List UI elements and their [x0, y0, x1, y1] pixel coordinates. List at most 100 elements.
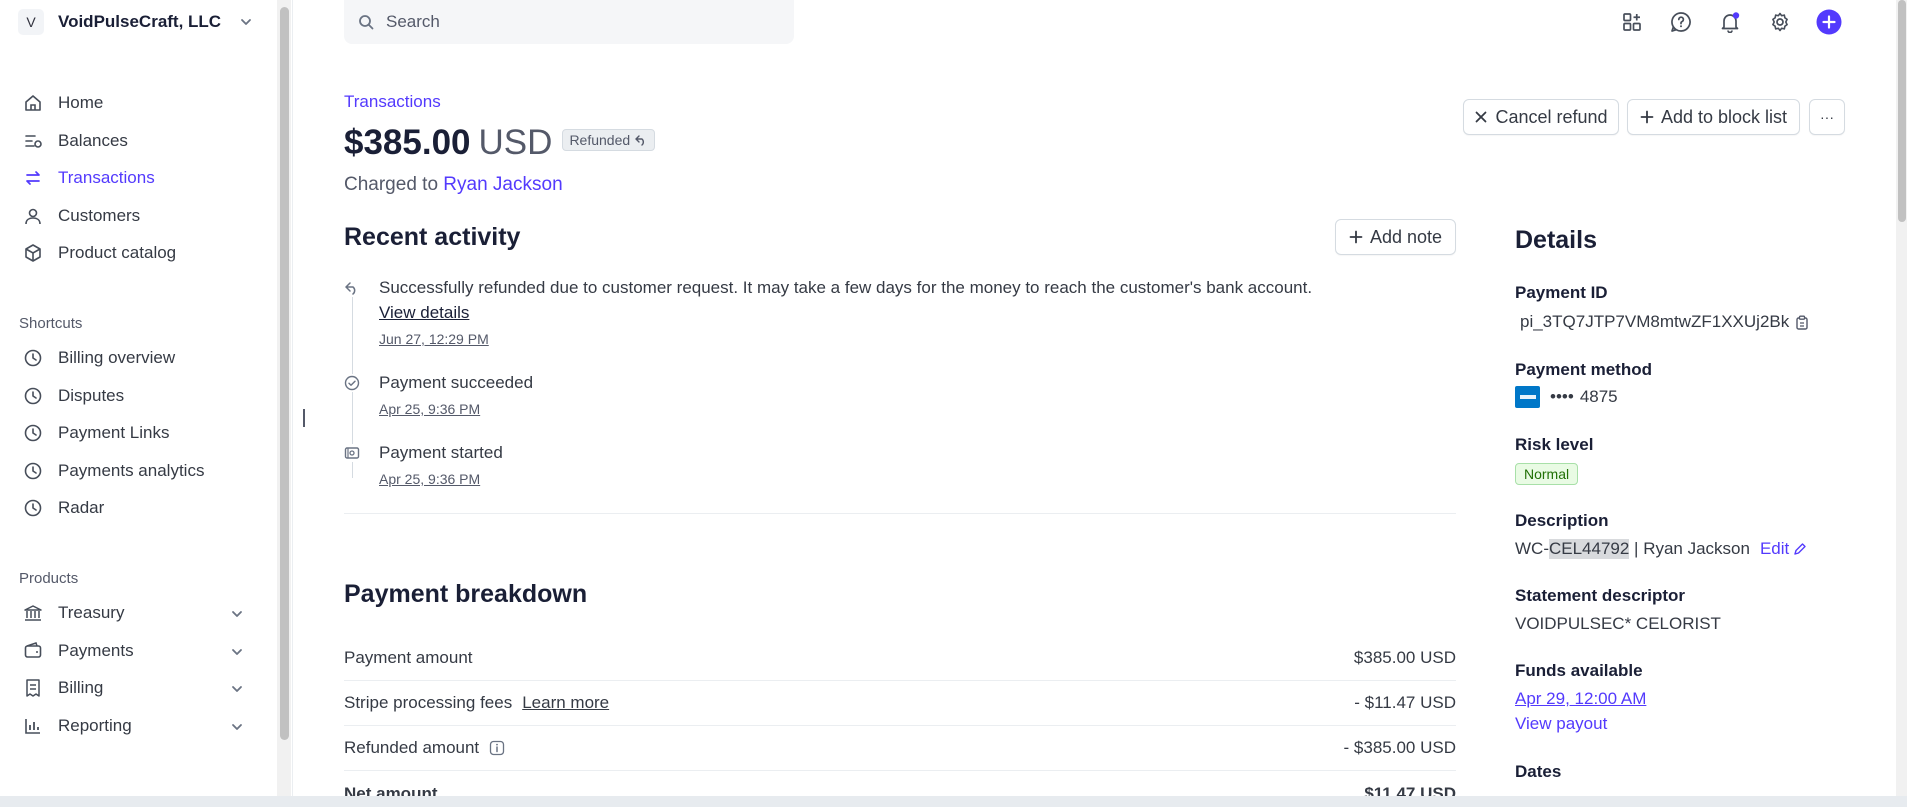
close-icon: [1474, 110, 1488, 124]
view-payout-link[interactable]: View payout: [1515, 714, 1607, 734]
payment-icon: [343, 444, 361, 462]
billing-icon: [22, 677, 44, 699]
clock-icon: [22, 497, 44, 519]
edit-description-link[interactable]: Edit: [1760, 539, 1807, 559]
search-bar[interactable]: [344, 0, 794, 44]
activity-text: Successfully refunded due to customer re…: [379, 278, 1313, 297]
plus-icon: [1640, 110, 1654, 124]
bank-icon: [22, 602, 44, 624]
sidebar-item-billing-overview[interactable]: Billing overview: [22, 345, 175, 371]
charged-to-line: Charged to Ryan Jackson: [344, 174, 563, 196]
add-note-button[interactable]: Add note: [1335, 219, 1456, 255]
balances-icon: [22, 130, 44, 152]
description-row: WC- CEL44792 | Ryan Jackson Edit: [1515, 539, 1807, 559]
reporting-icon: [22, 715, 44, 737]
chevron-down-icon[interactable]: [230, 607, 244, 621]
activity-date[interactable]: Apr 25, 9:36 PM: [379, 401, 480, 417]
add-to-block-list-button[interactable]: Add to block list: [1627, 99, 1800, 135]
sidebar-item-radar[interactable]: Radar: [22, 495, 104, 521]
sidebar-item-payment-links[interactable]: Payment Links: [22, 420, 170, 446]
wallet-icon: [22, 640, 44, 662]
view-details-link[interactable]: View details: [379, 303, 469, 323]
dates-label: Dates: [1515, 762, 1562, 781]
plus-icon: [1349, 230, 1363, 244]
check-circle-icon: [343, 374, 361, 392]
chevron-down-icon[interactable]: [230, 720, 244, 734]
risk-level-badge: Normal: [1515, 463, 1579, 485]
help-icon[interactable]: [1668, 9, 1694, 35]
chevron-down-icon[interactable]: [230, 645, 244, 659]
sidebar-item-disputes[interactable]: Disputes: [22, 383, 124, 409]
page-scrollbar-thumb[interactable]: [1898, 0, 1906, 222]
customers-icon: [22, 205, 44, 227]
sidebar-item-label: Reporting: [58, 716, 132, 735]
recent-activity-title: Recent activity: [344, 223, 521, 251]
sidebar-item-label: Balances: [58, 131, 128, 150]
copy-icon[interactable]: [1795, 315, 1809, 330]
pencil-icon: [1793, 542, 1807, 556]
breadcrumb[interactable]: Transactions: [344, 92, 441, 112]
clock-icon: [22, 460, 44, 482]
sidebar-item-customers[interactable]: Customers: [22, 203, 140, 229]
activity-text: Payment succeeded: [379, 373, 534, 392]
sidebar-item-product-catalog[interactable]: Product catalog: [22, 240, 176, 266]
add-to-block-list-label: Add to block list: [1660, 106, 1788, 127]
breakdown-row: Payment amount $385.00 USD: [344, 636, 1456, 681]
clock-icon: [22, 385, 44, 407]
sidebar-item-home[interactable]: Home: [22, 90, 103, 116]
sidebar-item-label: Treasury: [58, 603, 125, 622]
activity-date[interactable]: Apr 25, 9:36 PM: [379, 471, 480, 487]
sidebar-item-payments[interactable]: Payments: [22, 638, 134, 664]
cancel-refund-label: Cancel refund: [1495, 106, 1608, 127]
funds-available-date[interactable]: Apr 29, 12:00 AM: [1515, 689, 1646, 709]
sidebar-item-label: Payment Links: [58, 423, 170, 442]
account-avatar: V: [18, 9, 44, 35]
sidebar-resize-handle[interactable]: [303, 409, 305, 427]
sidebar-item-billing[interactable]: Billing: [22, 675, 103, 701]
payment-method-label: Payment method: [1515, 360, 1652, 379]
search-icon: [358, 14, 374, 30]
activity-date[interactable]: Jun 27, 12:29 PM: [379, 331, 489, 347]
sidebar-item-payments-analytics[interactable]: Payments analytics: [22, 458, 204, 484]
notifications-icon[interactable]: [1717, 9, 1743, 35]
account-name: VoidPulseCraft, LLC: [58, 12, 222, 31]
sidebar-divider: [292, 0, 293, 796]
clock-icon: [22, 347, 44, 369]
sidebar-item-treasury[interactable]: Treasury: [22, 600, 124, 626]
breakdown-value: $385.00 USD: [1353, 648, 1456, 667]
sidebar-item-label: Transactions: [58, 168, 155, 187]
sidebar-item-transactions[interactable]: Transactions: [22, 165, 155, 191]
description-label: Description: [1515, 511, 1609, 530]
breakdown-label: Payment amount: [344, 648, 473, 667]
more-actions-button[interactable]: ···: [1809, 99, 1845, 135]
search-input[interactable]: [386, 12, 766, 32]
horizontal-scrollbar[interactable]: [0, 796, 1907, 807]
payment-method-row: •••• 4875: [1515, 386, 1618, 408]
account-switcher[interactable]: V VoidPulseCraft, LLC: [18, 9, 253, 35]
products-heading: Products: [19, 570, 79, 587]
apps-icon[interactable]: [1619, 9, 1645, 35]
sidebar-item-label: Customers: [58, 206, 141, 225]
sidebar-item-reporting[interactable]: Reporting: [22, 713, 132, 739]
product-catalog-icon: [22, 242, 44, 264]
card-dots: ••••: [1550, 387, 1574, 406]
sidebar-item-balances[interactable]: Balances: [22, 128, 128, 154]
status-badge-label: Refunded: [569, 132, 631, 148]
sidebar-item-label: Billing overview: [58, 348, 176, 367]
amex-card-icon: [1515, 386, 1540, 408]
breakdown-label: Stripe processing fees: [344, 693, 513, 712]
payment-amount: $385.00: [344, 123, 471, 162]
sidebar-scrollbar-thumb[interactable]: [280, 7, 289, 740]
transactions-icon: [22, 167, 44, 189]
chevron-down-icon[interactable]: [230, 682, 244, 696]
info-icon[interactable]: [489, 740, 505, 756]
customer-link[interactable]: Ryan Jackson: [443, 174, 562, 195]
payment-currency: USD: [478, 123, 553, 162]
description-suffix: | Ryan Jackson: [1629, 539, 1750, 558]
sidebar-item-label: Payments analytics: [58, 461, 205, 480]
learn-more-link[interactable]: Learn more: [522, 693, 609, 713]
payment-breakdown-title: Payment breakdown: [344, 580, 588, 608]
cancel-refund-button[interactable]: Cancel refund: [1463, 99, 1619, 135]
settings-gear-icon[interactable]: [1767, 9, 1793, 35]
create-plus-icon[interactable]: [1816, 9, 1842, 35]
